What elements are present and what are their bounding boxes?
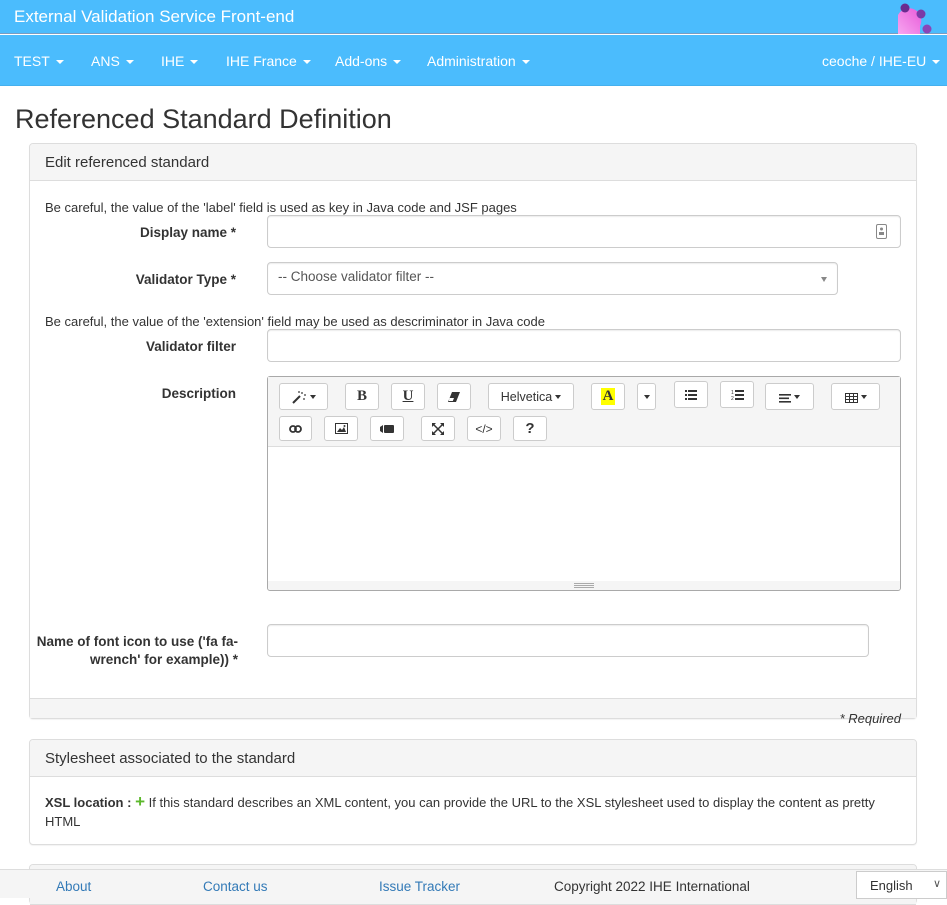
footer-link-contact[interactable]: Contact us	[203, 879, 268, 894]
color-dropdown-button[interactable]	[637, 383, 656, 410]
stylesheet-panel: Stylesheet associated to the standard XS…	[29, 739, 917, 845]
caret-down-icon	[521, 60, 530, 65]
chevron-down-icon: ∨	[932, 878, 941, 890]
page-footer: About Contact us Issue Tracker Copyright…	[0, 869, 947, 899]
description-label: Description	[161, 386, 236, 401]
page-title: Referenced Standard Definition	[15, 104, 392, 134]
caret-down-icon	[302, 60, 311, 65]
caret-down-icon	[55, 60, 64, 65]
ordered-list-icon: 1 2	[731, 389, 744, 401]
caret-down-icon	[310, 394, 316, 399]
text-color-button[interactable]: A	[591, 383, 625, 410]
editor-toolbar: B U Helvetica A 1 2 </> ?	[268, 377, 900, 447]
description-rich-text-editor: B U Helvetica A 1 2 </> ?	[267, 376, 901, 591]
add-icon[interactable]: +	[135, 792, 145, 811]
required-note: * Required	[839, 711, 901, 726]
caret-down-icon	[794, 394, 800, 399]
help-button[interactable]: ?	[513, 416, 547, 441]
caret-down-icon	[555, 394, 562, 399]
font-family-value: Helvetica	[500, 389, 553, 404]
contact-card-icon	[876, 224, 887, 239]
insert-video-button[interactable]	[370, 416, 404, 441]
nav-ans[interactable]: ANS	[91, 53, 134, 69]
footer-link-issue-tracker[interactable]: Issue Tracker	[379, 879, 460, 894]
dropdown-arrow-icon	[821, 277, 827, 282]
insert-link-button[interactable]	[279, 416, 312, 441]
language-select[interactable]: English ∨	[856, 871, 947, 899]
validator-filter-label: Validator filter	[145, 339, 236, 354]
text-color-icon: A	[600, 388, 616, 405]
caret-down-icon	[643, 394, 650, 399]
nav-test[interactable]: TEST	[14, 53, 64, 69]
font-icon-label: Name of font icon to use ('fa fa-wrench'…	[36, 634, 238, 667]
validator-type-select[interactable]: -- Choose validator filter --	[267, 262, 838, 295]
nav-administration[interactable]: Administration	[427, 53, 530, 69]
resize-grip-icon	[574, 583, 594, 588]
copyright-text: Copyright 2022 IHE International	[554, 879, 750, 894]
underline-button[interactable]: U	[391, 383, 425, 410]
clear-format-button[interactable]	[437, 383, 471, 410]
svg-text:2: 2	[731, 396, 734, 401]
unordered-list-button[interactable]	[674, 381, 708, 408]
font-icon-input[interactable]	[267, 624, 869, 657]
code-view-button[interactable]: </>	[467, 416, 501, 441]
nav-user-menu[interactable]: ceoche / IHE-EU	[822, 53, 941, 69]
eraser-icon	[448, 391, 460, 402]
logo-icon[interactable]	[896, 2, 936, 34]
display-name-input[interactable]	[267, 215, 901, 248]
table-icon	[844, 392, 858, 403]
ordered-list-button[interactable]: 1 2	[720, 381, 754, 408]
panel-heading: Stylesheet associated to the standard	[30, 740, 916, 777]
caret-down-icon	[932, 60, 941, 65]
xsl-location-row: XSL location : + If this standard descri…	[45, 792, 895, 831]
paragraph-align-dropdown[interactable]	[765, 383, 814, 410]
language-value: English	[870, 878, 913, 893]
validator-type-selected: -- Choose validator filter --	[278, 269, 435, 284]
fullscreen-button[interactable]	[421, 416, 455, 441]
editor-resize-handle[interactable]	[268, 581, 900, 590]
display-name-label: Display name *	[139, 225, 236, 240]
picture-icon	[334, 423, 348, 434]
link-icon	[289, 424, 302, 433]
edit-referenced-standard-panel: Edit referenced standard Be careful, the…	[29, 143, 917, 719]
xsl-location-help: If this standard describes an XML conten…	[45, 795, 875, 829]
bold-button[interactable]: B	[345, 383, 379, 410]
style-button[interactable]	[279, 383, 328, 410]
align-left-icon	[779, 394, 791, 403]
caret-down-icon	[860, 394, 867, 399]
label-field-warning: Be careful, the value of the 'label' fie…	[45, 200, 517, 215]
main-navbar: TEST ANS IHE IHE France Add-ons Administ…	[0, 35, 947, 86]
validator-filter-input[interactable]	[267, 329, 901, 362]
description-editable-area[interactable]	[268, 447, 900, 581]
nav-add-ons[interactable]: Add-ons	[335, 53, 402, 69]
table-dropdown[interactable]	[831, 383, 880, 410]
video-icon	[380, 424, 394, 433]
panel-footer	[30, 698, 916, 718]
caret-down-icon	[125, 60, 134, 65]
fullscreen-icon	[432, 422, 444, 435]
magic-wand-icon	[292, 390, 306, 404]
caret-down-icon	[190, 60, 199, 65]
unordered-list-icon	[685, 389, 697, 400]
app-title[interactable]: External Validation Service Front-end	[14, 7, 294, 27]
panel-heading: Edit referenced standard	[30, 144, 916, 181]
footer-link-about[interactable]: About	[56, 879, 91, 894]
xsl-location-label: XSL location :	[45, 795, 132, 810]
nav-ihe-france[interactable]: IHE France	[226, 53, 311, 69]
app-header: External Validation Service Front-end	[0, 0, 947, 34]
nav-ihe[interactable]: IHE	[161, 53, 199, 69]
validator-type-label: Validator Type *	[135, 272, 236, 287]
extension-field-warning: Be careful, the value of the 'extension'…	[45, 314, 545, 329]
caret-down-icon	[393, 60, 402, 65]
insert-picture-button[interactable]	[324, 416, 358, 441]
font-family-dropdown[interactable]: Helvetica	[488, 383, 574, 410]
